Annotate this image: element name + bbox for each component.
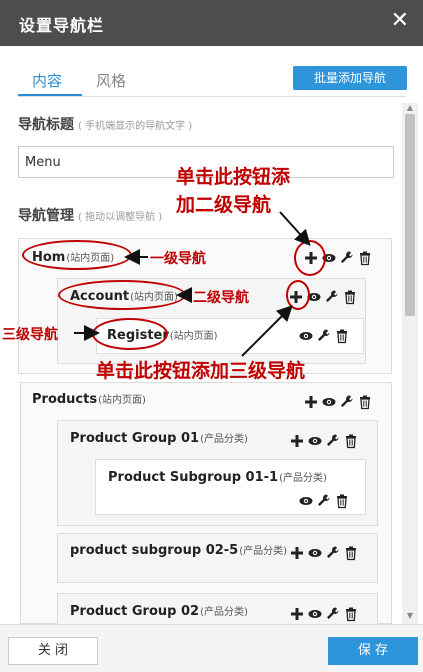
dialog-footer: 关 闭 保 存 — [0, 624, 423, 672]
annotation-level3: 三级导航 — [2, 327, 58, 343]
close-button[interactable]: 关 闭 — [8, 637, 98, 665]
save-button[interactable]: 保 存 — [328, 637, 418, 665]
annotation-level2: 二级导航 — [193, 290, 249, 306]
annotation-click-add-third: 单击此按钮添加三级导航 — [96, 360, 306, 382]
annotation-level1: 一级导航 — [150, 251, 206, 267]
annotation-arrows — [74, 211, 311, 357]
arrow-to-add-third — [241, 305, 293, 357]
annotation-click-add-second-1: 单击此按钮添 — [176, 166, 291, 188]
arrow-to-add-second — [279, 211, 311, 246]
annotation-click-add-second-2: 加二级导航 — [176, 194, 272, 216]
